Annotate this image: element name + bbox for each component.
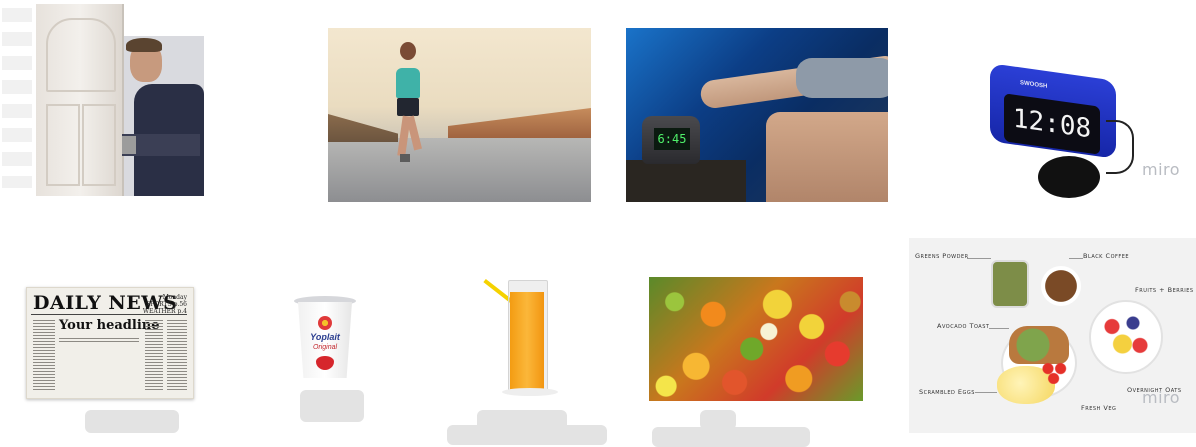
alarm-clock: 6:45 [642, 116, 700, 164]
tomatoes [1041, 362, 1069, 384]
newspaper-side-info: Monday SPORTS p.56 WEATHER p.4 [142, 294, 187, 315]
label-fruits-berries: Fruits + Berries [1135, 286, 1194, 294]
clock-display: 6:45 [654, 128, 690, 150]
runner [388, 42, 428, 192]
label-placeholder[interactable] [300, 390, 364, 422]
yogurt-cup-image[interactable]: Yoplait Original [294, 296, 356, 378]
woman-running-image[interactable] [328, 28, 591, 202]
text-column [59, 338, 139, 342]
text-column [145, 320, 163, 392]
coffee-cup [1041, 266, 1081, 306]
bed-shaker [1038, 156, 1100, 198]
text-column [33, 320, 55, 392]
text-column [167, 320, 187, 392]
bed-pillow [766, 112, 888, 202]
label-avocado-toast: Avocado Toast [937, 322, 990, 330]
label-scrambled-eggs: Scrambled Eggs [919, 388, 975, 396]
hand-alarm-clock-image[interactable]: 6:45 [626, 28, 888, 202]
leader-line [989, 328, 1009, 329]
faded-background-text [2, 8, 32, 188]
label-greens-powder: Greens Powder [915, 252, 969, 260]
label-placeholder[interactable] [85, 410, 179, 433]
yogurt-brand: Yoplait [310, 332, 340, 342]
fruit-assortment-image[interactable] [649, 277, 863, 401]
glass-shadow [502, 388, 558, 396]
yogurt-flavor: Original [312, 344, 338, 351]
avocado-toast [1009, 326, 1069, 364]
orange-juice-image[interactable] [483, 264, 568, 404]
leader-line [975, 392, 997, 393]
door [36, 4, 124, 196]
road [328, 138, 591, 202]
yogurt-flower-logo [318, 316, 332, 330]
greens-glass [991, 260, 1029, 308]
miro-watermark: miro [1142, 160, 1181, 179]
juice [510, 292, 544, 390]
label-placeholder[interactable] [447, 425, 607, 445]
man-leaving-door-image[interactable] [0, 0, 210, 200]
masthead-rule [31, 314, 187, 315]
label-black-coffee: Black Coffee [1083, 252, 1130, 260]
leader-line [967, 258, 991, 259]
miro-watermark: miro [1142, 388, 1181, 407]
newspaper-image[interactable]: DAILY NEWS Monday SPORTS p.56 WEATHER p.… [26, 287, 194, 399]
shaker-cord [1106, 120, 1134, 174]
sleeve [796, 58, 888, 98]
leader-line [1069, 258, 1083, 259]
label-fresh-veg: Fresh Veg [1081, 404, 1117, 412]
label-placeholder[interactable] [652, 427, 810, 447]
nightstand [626, 160, 746, 202]
man-figure [122, 36, 204, 196]
fruit-bowl [1089, 300, 1163, 374]
guard-rail [448, 108, 591, 138]
